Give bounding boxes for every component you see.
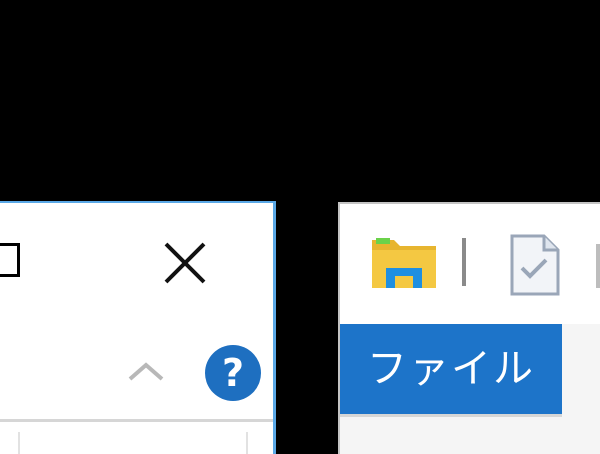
close-icon[interactable] xyxy=(160,238,210,288)
pane-divider xyxy=(18,432,20,454)
left-window: ? xyxy=(0,201,276,454)
help-button[interactable]: ? xyxy=(205,345,261,401)
properties-icon[interactable] xyxy=(508,234,560,296)
toolbar-separator xyxy=(596,244,600,288)
folder-icon[interactable] xyxy=(370,234,438,290)
ribbon-divider xyxy=(0,419,273,422)
desktop: ? ファイル xyxy=(0,0,600,454)
file-tab[interactable]: ファイル xyxy=(340,324,562,414)
chevron-up-icon[interactable] xyxy=(126,359,166,383)
toolbar-separator xyxy=(462,238,466,286)
right-window: ファイル xyxy=(338,202,600,454)
help-icon: ? xyxy=(221,351,245,395)
maximize-button[interactable] xyxy=(0,243,20,277)
pane-divider xyxy=(246,432,248,454)
